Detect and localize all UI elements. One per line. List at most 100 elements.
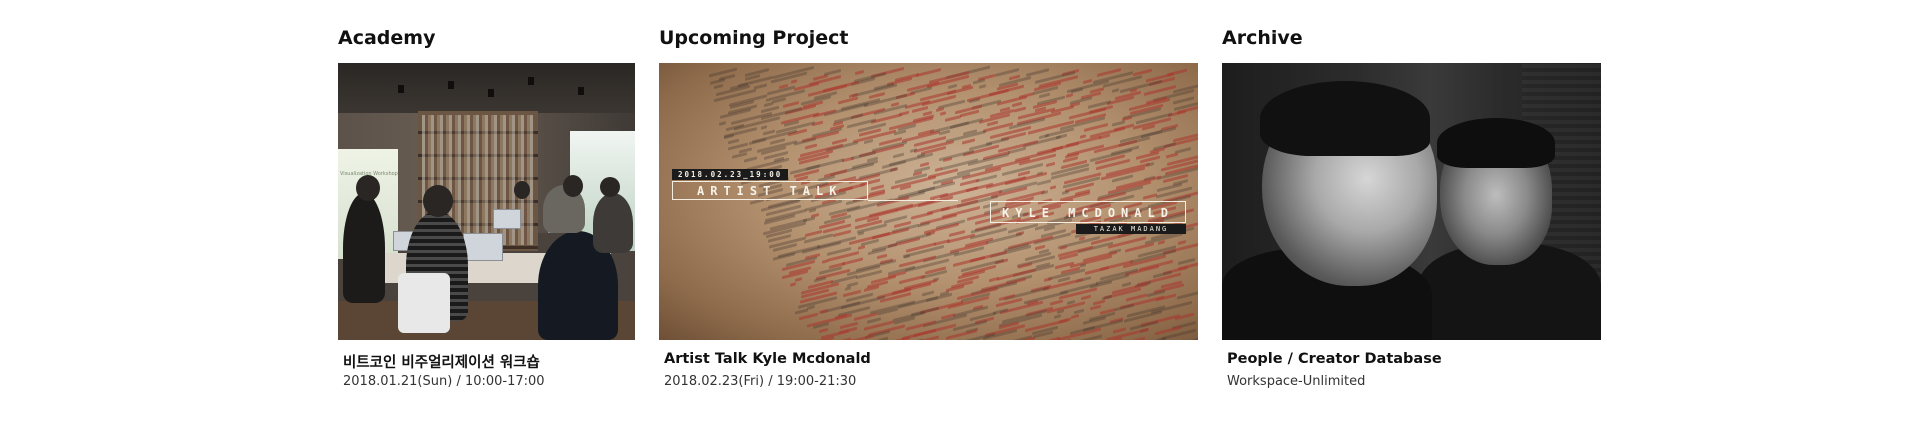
code-glyph-run [1049, 299, 1063, 306]
code-glyph-run [714, 83, 723, 89]
code-glyph-run [841, 256, 863, 266]
code-glyph-run [808, 208, 816, 213]
code-glyph-run [1080, 295, 1091, 301]
academy-card-subtitle: 2018.01.21(Sun) / 10:00-17:00 [343, 374, 545, 389]
upcoming-project-card-subtitle: 2018.02.23(Fri) / 19:00-21:30 [664, 374, 857, 389]
code-glyph-run [1062, 189, 1070, 195]
code-glyph-run [945, 115, 961, 122]
code-glyph-run [1071, 313, 1080, 319]
code-glyph-run [921, 290, 934, 297]
archive-card-title[interactable]: People / Creator Database [1227, 351, 1442, 367]
code-glyph-run [1164, 338, 1198, 340]
code-glyph-run [1049, 336, 1061, 340]
code-glyph-run [939, 111, 946, 117]
code-glyph-run [857, 244, 865, 250]
code-glyph-run [821, 258, 828, 264]
upcoming-project-poster[interactable]: 2018.02.23_19:00 ARTIST TALK KYLE MCDONA… [659, 63, 1198, 340]
code-glyph-run [858, 231, 865, 236]
code-glyph-run [947, 83, 958, 89]
code-glyph-run [894, 129, 907, 136]
code-glyph-run [832, 229, 852, 238]
code-glyph-run [761, 125, 768, 130]
code-glyph-run [1111, 88, 1119, 94]
code-glyph-run [893, 152, 904, 159]
code-glyph-run [819, 327, 828, 333]
ceiling [338, 63, 635, 113]
code-glyph-run [854, 69, 865, 76]
person-hair [1437, 118, 1555, 168]
poster-connector-line [868, 200, 958, 201]
code-glyph-run [1044, 277, 1053, 282]
code-glyph-run [1053, 313, 1061, 319]
code-glyph-run [1176, 287, 1198, 300]
archive-heading: Archive [1222, 27, 1303, 49]
code-glyph-run [731, 151, 747, 159]
code-glyph-run [1132, 68, 1152, 77]
code-glyph-run [1084, 265, 1109, 275]
code-glyph-run [916, 67, 942, 78]
code-glyph-run [935, 166, 942, 172]
code-glyph-run [1037, 179, 1052, 187]
code-glyph-run [1090, 304, 1102, 310]
poster-event-label: ARTIST TALK [672, 181, 868, 200]
code-glyph-run [724, 134, 735, 140]
code-glyph-run [1142, 193, 1157, 200]
code-glyph-run [1049, 185, 1057, 190]
code-glyph-run [1065, 93, 1073, 98]
code-glyph-run [979, 83, 987, 89]
archive-card-subtitle: Workspace-Unlimited [1227, 374, 1366, 389]
code-glyph-run [1038, 92, 1050, 99]
code-glyph-run [863, 285, 879, 293]
academy-heading: Academy [338, 27, 436, 49]
code-glyph-run [1045, 161, 1055, 168]
attendee [593, 193, 633, 253]
poster-date: 2018.02.23_19:00 [672, 169, 789, 180]
code-glyph-run [877, 336, 888, 340]
code-glyph-run [818, 309, 828, 315]
poster-artist-name: KYLE MCDONALD [990, 201, 1186, 223]
code-glyph-run [728, 138, 740, 145]
code-glyph-run [790, 79, 798, 84]
academy-card-title[interactable]: 비트코인 비주얼리제이션 워크숍 [343, 351, 540, 372]
code-glyph-run [903, 254, 910, 259]
code-glyph-run [1155, 336, 1166, 340]
code-glyph-run [962, 138, 975, 145]
code-glyph-run [798, 312, 818, 321]
code-glyph-run [794, 81, 820, 91]
code-glyph-run [845, 286, 852, 291]
person-hair [1260, 81, 1430, 156]
code-glyph-run [1166, 152, 1179, 159]
code-glyph-run [805, 143, 818, 150]
academy-card-image[interactable]: Visualization Workshop [338, 63, 635, 340]
code-glyph-run [748, 137, 766, 146]
code-glyph-run [833, 74, 841, 80]
code-glyph-run [1112, 326, 1126, 334]
code-glyph-run [1157, 240, 1166, 246]
code-glyph-run [864, 138, 874, 145]
code-glyph-run [1012, 101, 1023, 108]
code-glyph-run [1059, 244, 1068, 250]
ceiling-lamp [398, 85, 404, 93]
code-glyph-run [942, 157, 952, 163]
attendee [343, 193, 385, 303]
code-glyph-run [876, 253, 887, 260]
attendee-head [423, 185, 453, 217]
laptop [493, 209, 521, 229]
laptop [463, 233, 503, 261]
attendee-head [514, 181, 530, 199]
code-glyph-run [790, 281, 797, 287]
code-glyph-run [1014, 106, 1027, 113]
code-glyph-run [989, 276, 999, 283]
archive-card-image[interactable] [1222, 63, 1601, 340]
attendee-head [356, 175, 380, 201]
code-glyph-run [1133, 336, 1145, 340]
upcoming-project-card-title[interactable]: Artist Talk Kyle Mcdonald [664, 351, 871, 367]
code-glyph-run [889, 116, 934, 131]
content-row: Academy Visualization Workshop 비트코인 비주얼리… [0, 0, 1920, 432]
code-glyph-run [871, 113, 903, 124]
poster-venue: TAZAK MADANG [1076, 224, 1186, 234]
ceiling-lamp [488, 89, 494, 97]
code-glyph-run [911, 210, 934, 220]
code-glyph-run [795, 277, 803, 282]
code-glyph-run [1177, 240, 1186, 246]
